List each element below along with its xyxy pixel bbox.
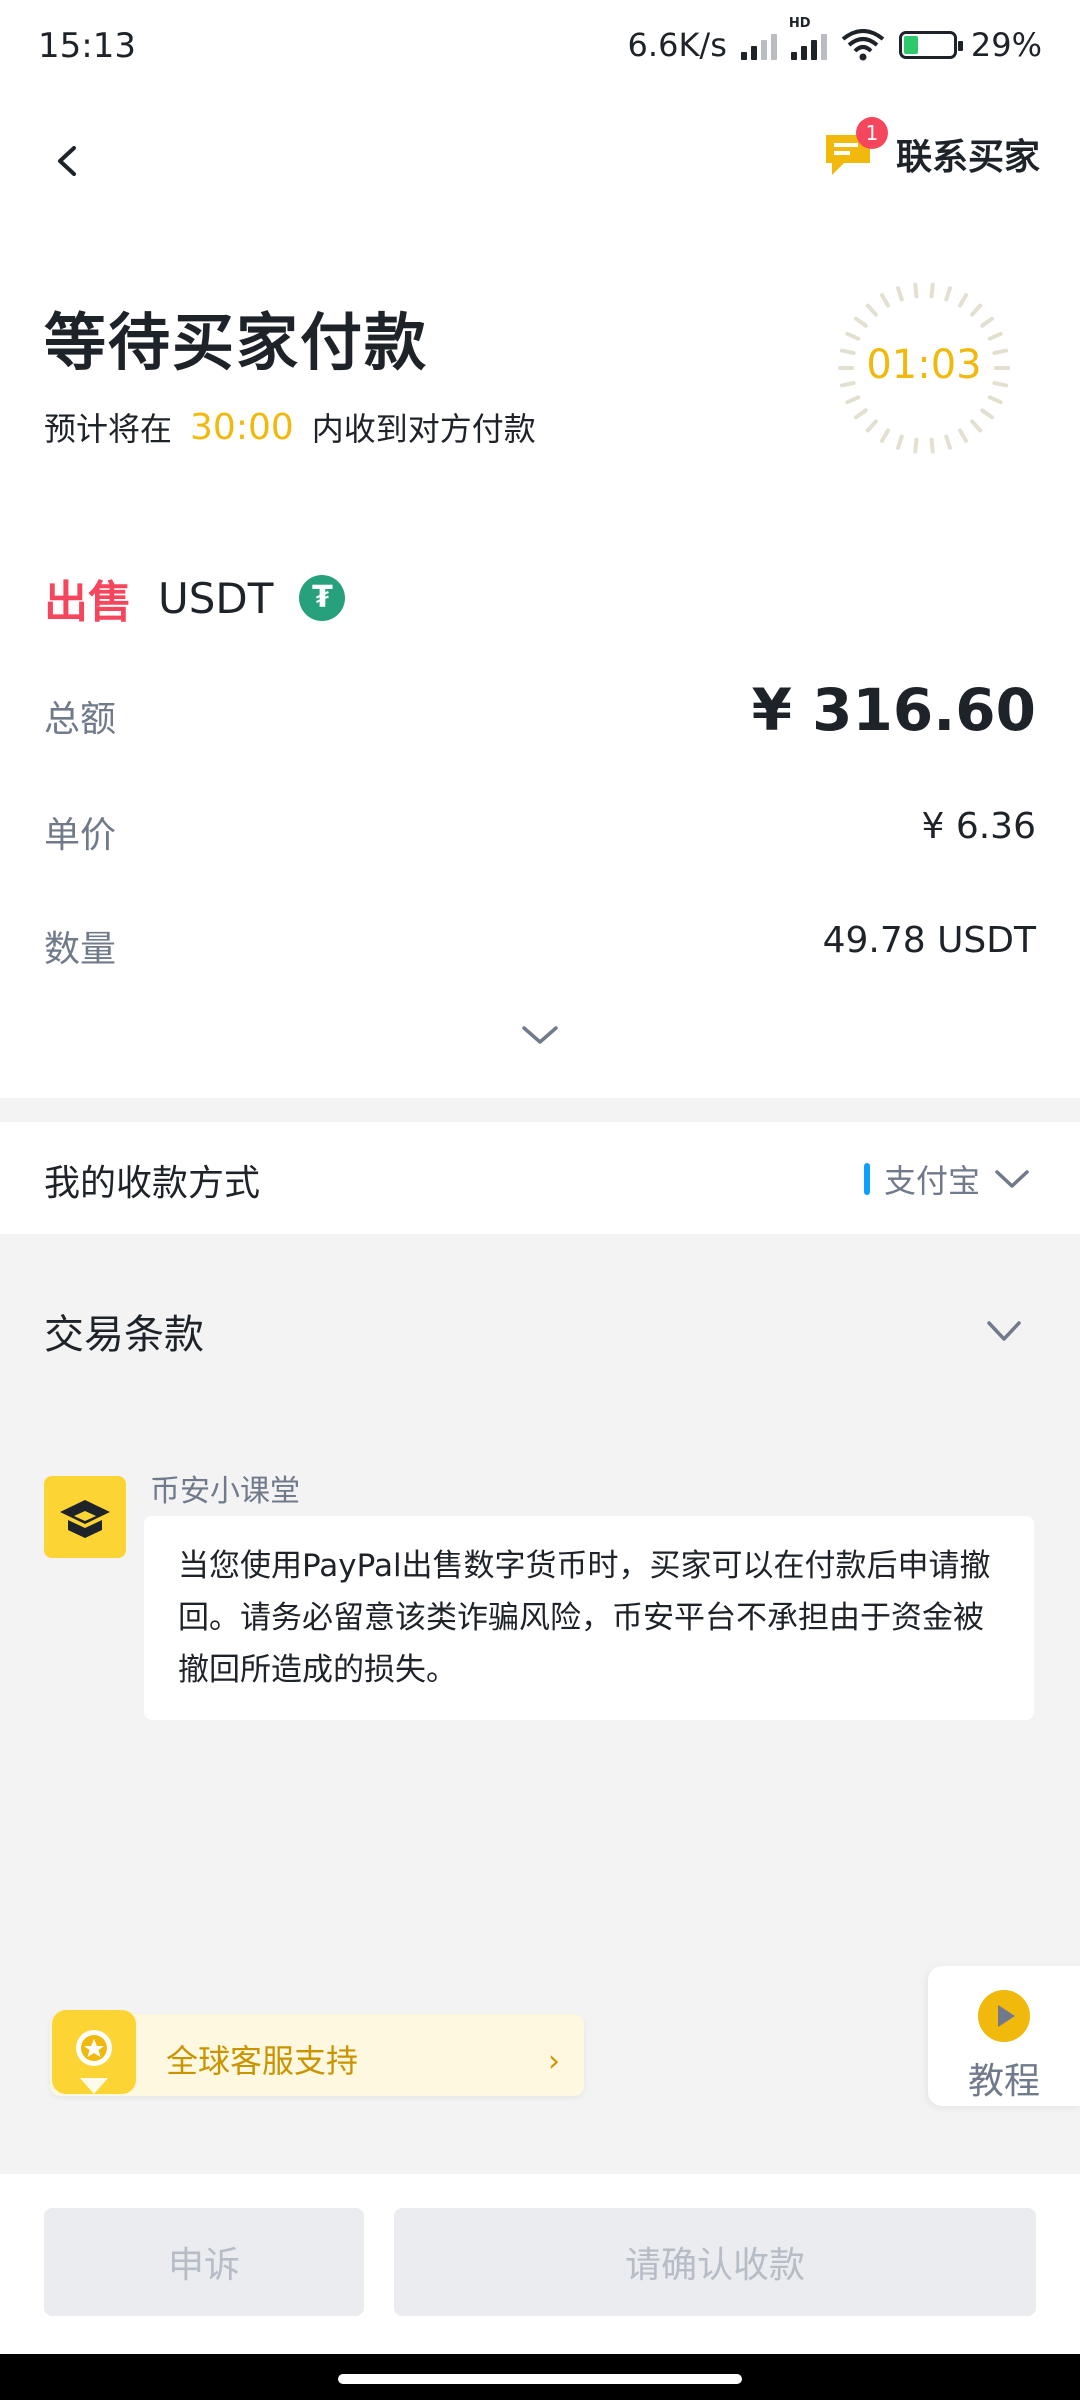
tutorial-label: 教程 [967, 2061, 1040, 2102]
status-time: 15:13 [38, 26, 136, 66]
signal-icon [740, 30, 777, 60]
support-badge-icon [52, 2010, 136, 2094]
battery-icon [898, 31, 963, 59]
chevron-right-icon: › [548, 2044, 560, 2079]
asset-label: USDT [158, 573, 274, 623]
payment-method-label: 我的收款方式 [44, 1163, 261, 1204]
network-speed: 6.6K/s [627, 26, 727, 64]
chat-icon: 1 [822, 117, 888, 179]
trade-side-row: 出售 USDT ₮ [44, 566, 346, 630]
battery-percent: 29% [970, 26, 1042, 64]
chevron-down-icon[interactable] [520, 1020, 560, 1050]
home-indicator[interactable] [338, 2374, 742, 2384]
status-sub-prefix: 预计将在 [44, 410, 173, 448]
global-support-label: 全球客服支持 [166, 2042, 359, 2080]
binance-academy-icon [44, 1476, 126, 1558]
chevron-down-icon [995, 1170, 1029, 1188]
trade-terms-label[interactable]: 交易条款 [44, 1302, 204, 1360]
payment-method-name: 支付宝 [883, 1162, 980, 1200]
contact-buyer-button[interactable]: 1 联系买家 [822, 117, 1040, 180]
status-subtitle: 预计将在 30:00 内收到对方付款 [44, 404, 536, 450]
confirm-receipt-button[interactable]: 请确认收款 [394, 2208, 1036, 2316]
chevron-left-icon[interactable] [52, 146, 82, 176]
status-title: 等待买家付款 [44, 306, 429, 379]
status-indicators: 6.6K/s HD 29% [627, 16, 1042, 64]
usdt-icon: ₮ [299, 575, 346, 621]
play-icon [978, 1990, 1030, 2042]
quantity-value: 49.78 USDT [822, 920, 1036, 961]
chevron-down-icon[interactable] [986, 1318, 1022, 1344]
trade-side-label: 出售 [44, 577, 132, 628]
wifi-icon [841, 29, 885, 61]
unit-price-value: ¥ 6.36 [921, 806, 1036, 847]
status-sub-suffix: 内收到对方付款 [311, 410, 536, 448]
contact-buyer-label: 联系买家 [895, 137, 1040, 178]
status-sub-time: 30:00 [190, 406, 294, 448]
total-label: 总额 [44, 699, 117, 740]
appeal-button[interactable]: 申诉 [44, 2208, 364, 2316]
quantity-label: 数量 [44, 929, 117, 970]
countdown-timer: 01:03 [866, 342, 982, 388]
total-value: ¥ 316.60 [751, 676, 1036, 744]
payment-method-selector[interactable]: 支付宝 [863, 1156, 1030, 1202]
signal-hd-icon: HD [789, 16, 827, 60]
hd-label: HD [788, 16, 811, 31]
payment-accent-bar [863, 1163, 870, 1195]
academy-source-label: 币安小课堂 [150, 1474, 300, 1509]
tip-text: 当您使用PayPal出售数字货币时，买家可以在付款后申请撤回。请务必留意该类诈骗… [178, 1548, 991, 1688]
unit-price-label: 单价 [44, 815, 117, 856]
unread-badge: 1 [855, 117, 888, 149]
